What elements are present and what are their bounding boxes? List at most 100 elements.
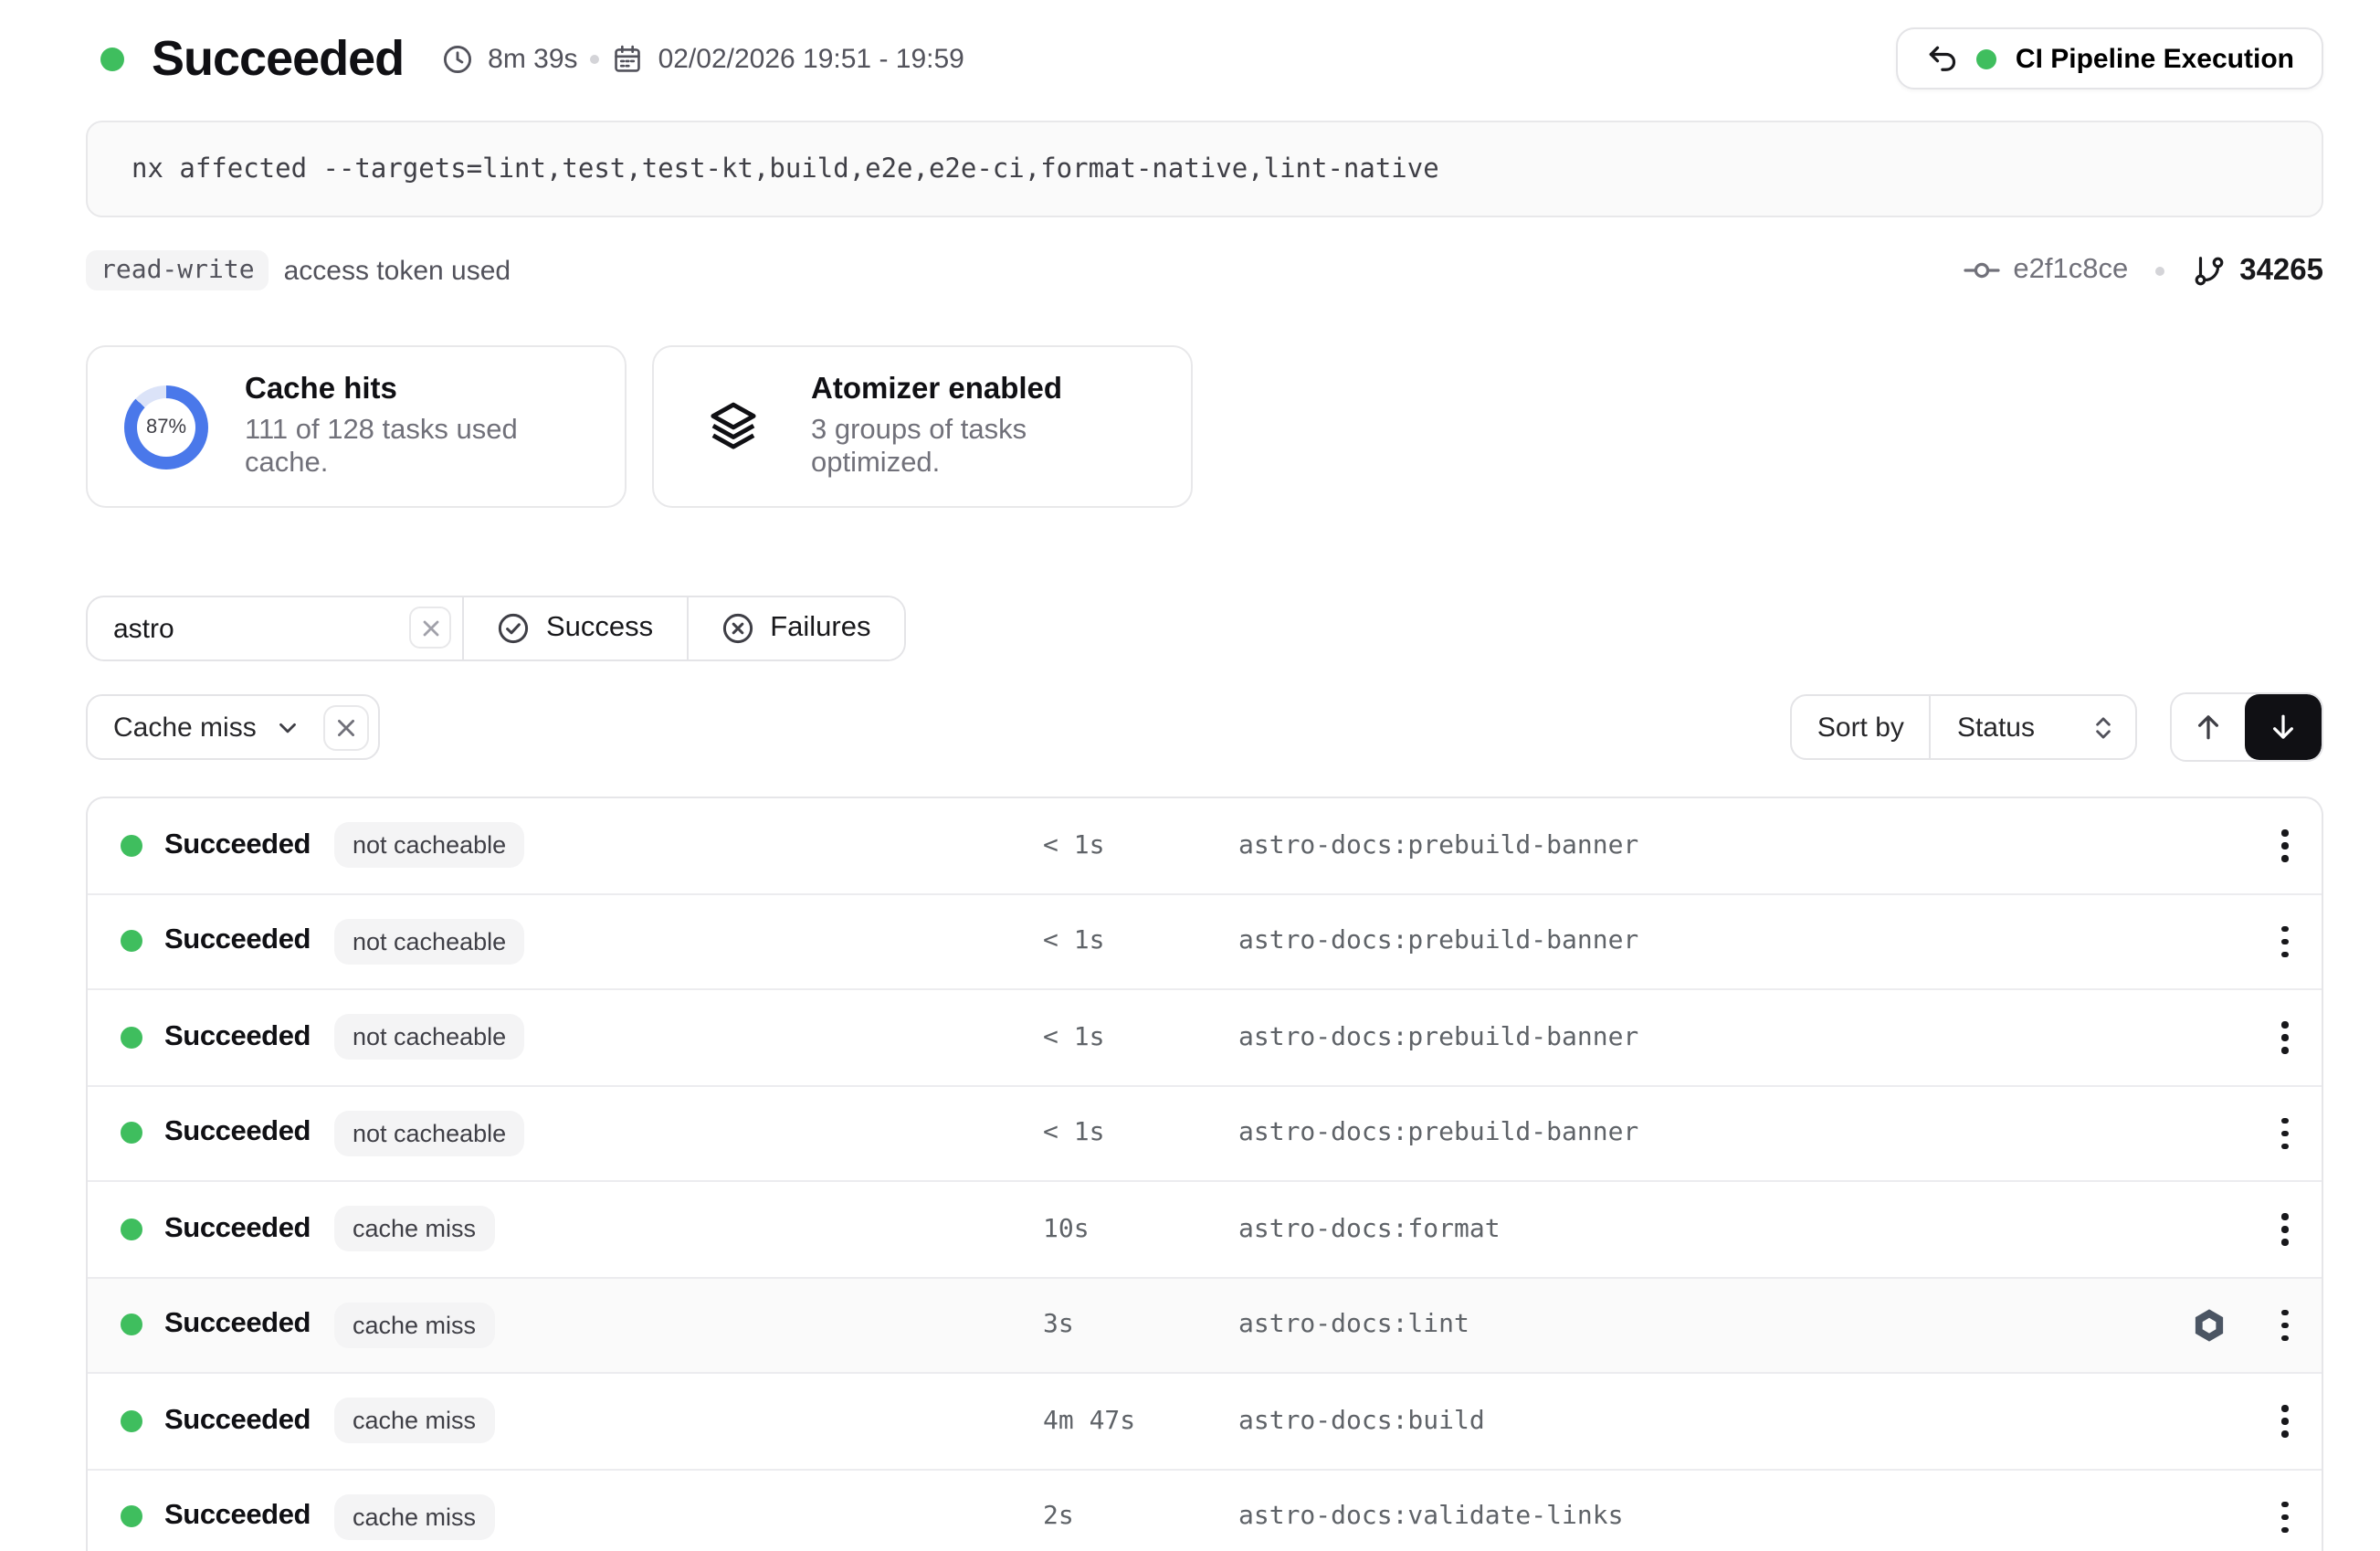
clear-search-button[interactable]: [409, 607, 451, 649]
branch-link[interactable]: 34265: [2192, 253, 2323, 288]
task-menu-button[interactable]: [2248, 894, 2322, 988]
x-circle-icon: [721, 612, 753, 645]
stat-cards: 87% Cache hits 111 of 128 tasks used cac…: [86, 345, 2323, 508]
task-row[interactable]: Succeeded not cacheable < 1s astro-docs:…: [88, 798, 2322, 892]
run-date-range: 02/02/2026 19:51 - 19:59: [613, 43, 964, 74]
commit-hash: e2f1c8ce: [2013, 254, 2128, 287]
atomizer-title: Atomizer enabled: [811, 373, 1158, 407]
list-toolbar: Cache miss Sort by Status: [86, 692, 2323, 762]
task-cache-badge: not cacheable: [334, 1015, 524, 1060]
close-icon: [335, 715, 359, 739]
pipeline-button-label: CI Pipeline Execution: [2016, 43, 2294, 74]
task-name: astro-docs:prebuild-banner: [1238, 1119, 2168, 1148]
sort-direction-group: [2170, 692, 2323, 762]
cache-filter-value: Cache miss: [113, 712, 257, 743]
vcs-info: e2f1c8ce 34265: [1964, 252, 2323, 289]
commit-link[interactable]: e2f1c8ce: [1964, 252, 2128, 289]
run-status-title: Succeeded: [152, 30, 404, 87]
task-status-dot: [121, 835, 142, 857]
task-status-dot: [121, 1506, 142, 1528]
cache-hit-donut-chart: 87%: [124, 385, 208, 469]
clear-cache-filter-button[interactable]: [324, 704, 370, 750]
task-fix-button[interactable]: [2168, 1306, 2248, 1345]
filter-success-button[interactable]: Success: [464, 597, 688, 659]
sort-control: Sort by Status: [1790, 694, 2137, 760]
task-duration: < 1s: [1043, 1023, 1238, 1052]
sort-ascending-button[interactable]: [2172, 694, 2245, 760]
ci-run-detail-screen: Succeeded 8m 39s 02/02/2026 19:51 - 19:5…: [0, 0, 2380, 1551]
task-status: Succeeded: [164, 1405, 311, 1438]
task-row[interactable]: Succeeded cache miss 4m 47s astro-docs:b…: [88, 1372, 2322, 1468]
arrow-down-icon: [2267, 711, 2300, 744]
access-token-scope-badge: read-write: [86, 250, 269, 290]
cache-hits-subtitle: 111 of 128 tasks used cache.: [245, 415, 592, 480]
task-menu-button[interactable]: [2248, 798, 2322, 892]
sort-descending-button[interactable]: [2245, 694, 2322, 760]
task-row[interactable]: Succeeded not cacheable < 1s astro-docs:…: [88, 1084, 2322, 1180]
command-text: nx affected --targets=lint,test,test-kt,…: [88, 154, 1439, 184]
task-menu-button[interactable]: [2248, 990, 2322, 1084]
task-cache-badge: cache miss: [334, 1494, 494, 1540]
task-menu-button[interactable]: [2248, 1470, 2322, 1551]
task-menu-button[interactable]: [2248, 1182, 2322, 1276]
chevron-up-down-icon: [2090, 713, 2117, 741]
cache-status-filter: Cache miss: [86, 694, 381, 760]
check-circle-icon: [497, 612, 530, 645]
task-status: Succeeded: [164, 1501, 311, 1534]
cache-filter-dropdown[interactable]: Cache miss: [88, 712, 324, 743]
task-status: Succeeded: [164, 1309, 311, 1342]
run-duration: 8m 39s: [442, 43, 577, 74]
task-cache-badge: not cacheable: [334, 823, 524, 869]
filter-group: Success Failures: [86, 596, 905, 661]
filter-row: Success Failures: [86, 596, 2323, 661]
task-menu-button[interactable]: [2248, 1278, 2322, 1372]
task-row[interactable]: Succeeded not cacheable < 1s astro-docs:…: [88, 988, 2322, 1084]
ci-pipeline-execution-button[interactable]: CI Pipeline Execution: [1897, 27, 2323, 90]
task-cache-badge: cache miss: [334, 1303, 494, 1348]
task-row[interactable]: Succeeded cache miss 10s astro-docs:form…: [88, 1180, 2322, 1276]
task-status-dot: [121, 1123, 142, 1145]
task-cache-badge: cache miss: [334, 1398, 494, 1444]
token-row: read-write access token used e2f1c8ce 34…: [86, 250, 2323, 290]
task-duration: 4m 47s: [1043, 1407, 1238, 1436]
command-box: nx affected --targets=lint,test,test-kt,…: [86, 121, 2323, 217]
clock-icon: [442, 43, 473, 74]
task-duration: < 1s: [1043, 1119, 1238, 1148]
arrow-up-icon: [2192, 711, 2225, 744]
task-row[interactable]: Succeeded cache miss 3s astro-docs:lint: [88, 1276, 2322, 1372]
pipeline-status-dot: [1977, 48, 1997, 69]
calendar-icon: [613, 43, 644, 74]
access-token-text: access token used: [284, 255, 511, 286]
task-status: Succeeded: [164, 1117, 311, 1150]
success-label: Success: [546, 612, 653, 645]
sort-by-label: Sort by: [1792, 696, 1932, 758]
branch-number: 34265: [2239, 253, 2323, 288]
task-name: astro-docs:build: [1238, 1407, 2168, 1436]
search-field: [88, 597, 464, 659]
layers-icon: [704, 398, 761, 455]
task-duration: 3s: [1043, 1311, 1238, 1340]
task-menu-button[interactable]: [2248, 1086, 2322, 1180]
task-duration: 2s: [1043, 1503, 1238, 1532]
task-name: astro-docs:prebuild-banner: [1238, 927, 2168, 956]
cache-hit-percent: 87%: [146, 416, 186, 438]
task-name: astro-docs:prebuild-banner: [1238, 1023, 2168, 1052]
task-name: astro-docs:format: [1238, 1215, 2168, 1244]
filter-failures-button[interactable]: Failures: [688, 597, 903, 659]
task-status-dot: [121, 1027, 142, 1049]
task-status: Succeeded: [164, 925, 311, 958]
dot-separator: [2155, 266, 2164, 275]
cache-hits-card: 87% Cache hits 111 of 128 tasks used cac…: [86, 345, 627, 508]
run-duration-text: 8m 39s: [488, 43, 577, 74]
task-status-dot: [121, 1314, 142, 1336]
task-row[interactable]: Succeeded cache miss 2s astro-docs:valid…: [88, 1468, 2322, 1551]
task-menu-button[interactable]: [2248, 1374, 2322, 1468]
search-input[interactable]: [88, 613, 387, 644]
cache-hits-title: Cache hits: [245, 373, 592, 407]
task-list: Succeeded not cacheable < 1s astro-docs:…: [86, 797, 2323, 1551]
sort-field-select[interactable]: Status: [1932, 696, 2135, 758]
task-name: astro-docs:lint: [1238, 1311, 2168, 1340]
task-cache-badge: not cacheable: [334, 1111, 524, 1156]
status-dot: [100, 47, 124, 70]
task-row[interactable]: Succeeded not cacheable < 1s astro-docs:…: [88, 892, 2322, 988]
